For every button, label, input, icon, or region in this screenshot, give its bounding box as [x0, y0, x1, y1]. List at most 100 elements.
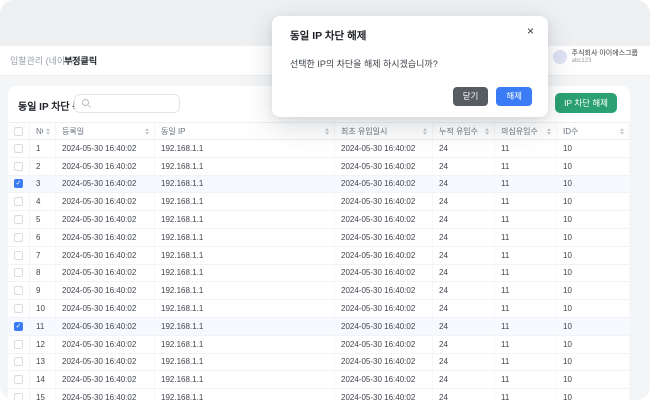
row-checkbox[interactable]	[14, 393, 23, 400]
table-row[interactable]: 142024-05-30 16:40:02192.168.1.12024-05-…	[8, 371, 630, 389]
sort-icon[interactable]	[547, 128, 551, 135]
profile-company-name: 주식회사 아이에스그룹	[572, 50, 638, 58]
row-checkbox[interactable]	[14, 286, 23, 295]
table-row[interactable]: 82024-05-30 16:40:02192.168.1.12024-05-3…	[8, 265, 630, 283]
table-row[interactable]: 22024-05-30 16:40:02192.168.1.12024-05-3…	[8, 158, 630, 176]
row-checkbox[interactable]	[14, 304, 23, 313]
cell-ip: 192.168.1.1	[155, 371, 335, 388]
cancel-button[interactable]: 닫기	[453, 87, 489, 106]
row-checkbox-cell	[8, 265, 30, 282]
cell-no: 15	[30, 389, 56, 400]
tab-fraud-click[interactable]: 부정클릭	[64, 46, 97, 76]
table-row[interactable]: 62024-05-30 16:40:02192.168.1.12024-05-3…	[8, 229, 630, 247]
row-checkbox-cell	[8, 371, 30, 388]
cell-id_count: 10	[557, 318, 630, 335]
table-row[interactable]: 42024-05-30 16:40:02192.168.1.12024-05-3…	[8, 193, 630, 211]
row-checkbox[interactable]	[14, 197, 23, 206]
sort-icon[interactable]	[423, 128, 427, 135]
table-row[interactable]: 152024-05-30 16:40:02192.168.1.12024-05-…	[8, 389, 630, 400]
row-checkbox[interactable]	[14, 144, 23, 153]
row-checkbox[interactable]	[14, 251, 23, 260]
cell-registered: 2024-05-30 16:40:02	[56, 247, 155, 264]
cell-registered: 2024-05-30 16:40:02	[56, 389, 155, 400]
cell-first_inflow: 2024-05-30 16:40:02	[335, 389, 433, 400]
search-box	[74, 94, 180, 113]
table-row[interactable]: ✓32024-05-30 16:40:02192.168.1.12024-05-…	[8, 176, 630, 194]
column-header-no[interactable]: NO	[30, 123, 56, 139]
select-all-checkbox[interactable]	[14, 127, 23, 136]
cell-suspicious: 11	[495, 193, 557, 210]
row-checkbox-cell	[8, 140, 30, 157]
cell-id_count: 10	[557, 158, 630, 175]
row-checkbox[interactable]	[14, 233, 23, 242]
column-header-registered[interactable]: 등록일	[56, 123, 155, 139]
sort-icon[interactable]	[46, 128, 50, 135]
cell-id_count: 10	[557, 140, 630, 157]
cell-no: 8	[30, 265, 56, 282]
sort-icon[interactable]	[485, 128, 489, 135]
cell-first_inflow: 2024-05-30 16:40:02	[335, 354, 433, 371]
table-row[interactable]: 12024-05-30 16:40:02192.168.1.12024-05-3…	[8, 140, 630, 158]
user-profile[interactable]: 주식회사 아이에스그룹 abc123	[553, 50, 638, 65]
cell-first_inflow: 2024-05-30 16:40:02	[335, 176, 433, 193]
row-checkbox-cell	[8, 354, 30, 371]
cell-ip: 192.168.1.1	[155, 354, 335, 371]
search-input[interactable]	[91, 96, 175, 111]
cell-cumulative: 24	[433, 318, 495, 335]
confirm-button[interactable]: 해제	[496, 87, 532, 106]
column-header-first_inflow[interactable]: 최초 유입일시	[335, 123, 433, 139]
cell-cumulative: 24	[433, 229, 495, 246]
row-checkbox[interactable]: ✓	[14, 179, 23, 188]
cell-first_inflow: 2024-05-30 16:40:02	[335, 336, 433, 353]
table-row[interactable]: 122024-05-30 16:40:02192.168.1.12024-05-…	[8, 336, 630, 354]
cell-no: 14	[30, 371, 56, 388]
cell-ip: 192.168.1.1	[155, 300, 335, 317]
cell-no: 3	[30, 176, 56, 193]
close-icon[interactable]: ×	[527, 25, 534, 37]
cell-cumulative: 24	[433, 336, 495, 353]
table-row[interactable]: 92024-05-30 16:40:02192.168.1.12024-05-3…	[8, 282, 630, 300]
sort-icon[interactable]	[325, 128, 329, 135]
cell-first_inflow: 2024-05-30 16:40:02	[335, 140, 433, 157]
cell-registered: 2024-05-30 16:40:02	[56, 193, 155, 210]
search-icon	[82, 99, 91, 108]
row-checkbox-cell: ✓	[8, 176, 30, 193]
cell-first_inflow: 2024-05-30 16:40:02	[335, 247, 433, 264]
row-checkbox[interactable]	[14, 162, 23, 171]
column-header-id_count[interactable]: ID수	[557, 123, 630, 139]
cell-suspicious: 11	[495, 318, 557, 335]
cell-id_count: 10	[557, 300, 630, 317]
table-row[interactable]: 72024-05-30 16:40:02192.168.1.12024-05-3…	[8, 247, 630, 265]
cell-cumulative: 24	[433, 354, 495, 371]
row-checkbox[interactable]	[14, 340, 23, 349]
row-checkbox[interactable]	[14, 268, 23, 277]
cell-cumulative: 24	[433, 211, 495, 228]
column-header-label: NO	[36, 127, 43, 136]
cell-suspicious: 11	[495, 158, 557, 175]
table-row[interactable]: 102024-05-30 16:40:02192.168.1.12024-05-…	[8, 300, 630, 318]
row-checkbox[interactable]	[14, 375, 23, 384]
table-row[interactable]: 132024-05-30 16:40:02192.168.1.12024-05-…	[8, 354, 630, 372]
cell-suspicious: 11	[495, 354, 557, 371]
cell-cumulative: 24	[433, 158, 495, 175]
cell-id_count: 10	[557, 282, 630, 299]
cell-no: 9	[30, 282, 56, 299]
ip-unblock-button[interactable]: IP 차단 해제	[555, 93, 617, 113]
cell-id_count: 10	[557, 371, 630, 388]
table-body: 12024-05-30 16:40:02192.168.1.12024-05-3…	[8, 140, 630, 400]
sort-icon[interactable]	[145, 128, 149, 135]
column-header-suspicious[interactable]: 의심유입수	[495, 123, 557, 139]
row-checkbox[interactable]	[14, 215, 23, 224]
row-checkbox[interactable]	[14, 357, 23, 366]
sort-icon[interactable]	[620, 128, 624, 135]
row-checkbox-cell	[8, 158, 30, 175]
column-header-ip[interactable]: 동일 IP	[155, 123, 335, 139]
row-checkbox[interactable]: ✓	[14, 322, 23, 331]
dialog-footer: 닫기 해제	[453, 87, 532, 106]
table-row[interactable]: ✓112024-05-30 16:40:02192.168.1.12024-05…	[8, 318, 630, 336]
cell-ip: 192.168.1.1	[155, 176, 335, 193]
cell-registered: 2024-05-30 16:40:02	[56, 371, 155, 388]
cell-registered: 2024-05-30 16:40:02	[56, 140, 155, 157]
table-row[interactable]: 52024-05-30 16:40:02192.168.1.12024-05-3…	[8, 211, 630, 229]
column-header-cumulative[interactable]: 누적 유입수	[433, 123, 495, 139]
